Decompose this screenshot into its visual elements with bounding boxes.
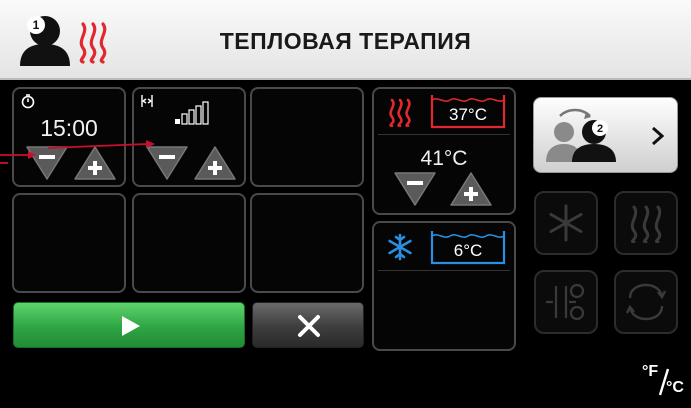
start-button[interactable]: [13, 302, 245, 348]
empty-slot: [132, 193, 246, 293]
timer-panel: 15:00: [12, 87, 126, 187]
cycle-heat-cold-button[interactable]: [614, 270, 678, 334]
chevron-right-icon: [652, 126, 665, 146]
flow-panel: [132, 87, 246, 187]
stop-button[interactable]: [252, 302, 364, 348]
timer-icon: [21, 94, 35, 109]
heat-minus-button[interactable]: [392, 169, 438, 209]
empty-slot: [250, 87, 364, 187]
divider: [378, 270, 510, 271]
header-bar: 1 ТЕПЛОВАЯ ТЕРАПИЯ: [0, 0, 691, 80]
flow-heat-cold-button[interactable]: [534, 270, 598, 334]
heat-target-temp: 41°C: [420, 147, 468, 170]
empty-slot: [12, 193, 126, 293]
timer-minus-button[interactable]: [24, 143, 70, 183]
close-icon: [298, 315, 320, 337]
signal-bars-icon: [175, 101, 209, 125]
cold-mode-button[interactable]: [534, 191, 598, 255]
svg-text:2: 2: [597, 123, 603, 135]
flow-icon: [141, 95, 153, 107]
heat-temperature-panel: 37°C 41°C: [372, 87, 516, 215]
switch-user-button[interactable]: 2: [533, 97, 678, 173]
heat-plus-button[interactable]: [448, 169, 494, 209]
minus-icon: [407, 181, 423, 185]
heat-mode-button[interactable]: [614, 191, 678, 255]
flow-minus-button[interactable]: [144, 143, 190, 183]
minus-icon: [159, 155, 175, 159]
minus-icon: [39, 155, 55, 159]
heat-waves-icon: [630, 205, 662, 243]
page-title: ТЕПЛОВАЯ ТЕРАПИЯ: [219, 28, 472, 54]
flow-cold-heat-icon: [546, 283, 585, 321]
switch-user-icon: 2: [546, 108, 616, 162]
timer-plus-button[interactable]: [72, 143, 118, 183]
play-icon: [122, 316, 140, 336]
units-fahrenheit: °F: [642, 363, 659, 380]
units-toggle-button[interactable]: °F °C: [640, 363, 688, 401]
units-celsius: °C: [666, 379, 684, 396]
cold-current-temp: 6°C: [453, 241, 483, 260]
heat-current-temp: 37°C: [449, 105, 487, 124]
snowflake-icon: [388, 233, 412, 261]
flow-plus-button[interactable]: [192, 143, 238, 183]
divider: [378, 134, 510, 135]
heat-waves-icon: [389, 98, 411, 127]
cycle-heat-cold-icon: [625, 283, 667, 321]
timer-value: 15:00: [40, 115, 98, 141]
cold-temperature-panel: 6°C: [372, 221, 516, 351]
snowflake-icon: [549, 204, 583, 242]
empty-slot: [250, 193, 364, 293]
